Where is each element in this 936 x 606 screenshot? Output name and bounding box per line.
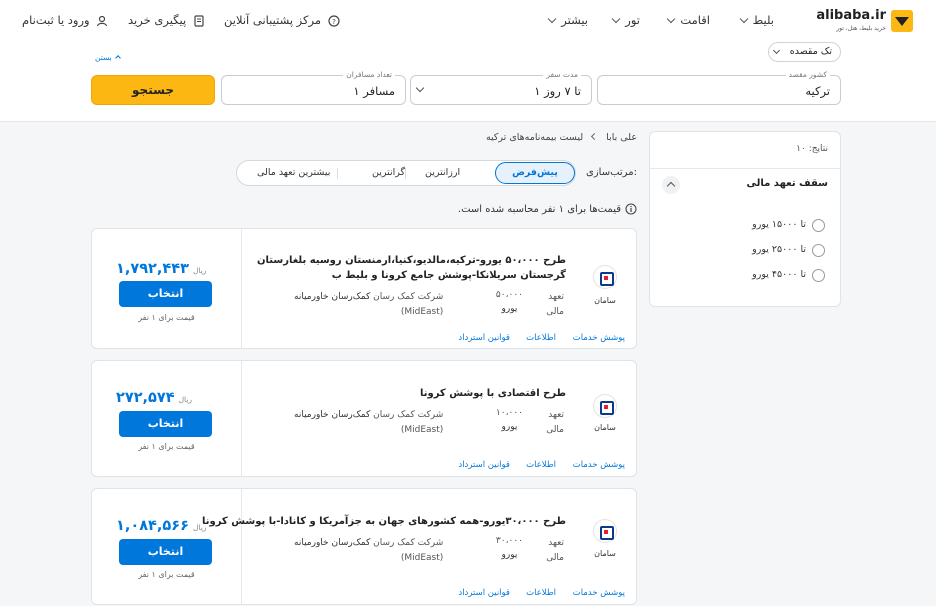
plan-card: ریال۱,۰۸۴,۵۶۶ انتخاب قیمت برای ۱ نفر طرح… [91,488,637,605]
services-link[interactable]: پوشش خدمات [573,460,625,470]
select-button[interactable]: انتخاب [119,539,212,565]
info-link[interactable]: اطلاعات [526,460,556,470]
track-purchase-link[interactable]: پیگیری خرید [128,13,205,27]
search-button[interactable]: جستجو [91,75,215,105]
chevron-down-icon [415,83,425,93]
logo-icon [891,10,913,32]
filter-radio-45000[interactable] [812,269,825,282]
duration-field[interactable]: مدت سفر ۱ تا ۷ روز [410,69,592,105]
plan-price: ریال۱,۰۸۴,۵۶۶ [116,518,207,534]
plan-title: طرح اقتصادی با پوشش کرونا [419,388,566,399]
info-icon [625,203,637,215]
plan-title: طرح ۵۰،۰۰۰ یورو-ترکیه،مالدیو،کنیا،ارمنست… [257,255,566,281]
collapse-search-link[interactable]: بستن [95,53,121,62]
company-info: شرکت کمک رسان کمک‌رسان خاورمیانه (MidEast… [294,538,444,563]
select-button[interactable]: انتخاب [119,411,212,437]
results-count: نتایج: ۱۰ [796,144,828,154]
sort-cheapest[interactable]: ارزانترین [425,167,460,178]
divider [241,361,242,476]
commitment-label: تعهد مالی [546,538,564,563]
chevron-down-icon [772,46,781,55]
divider [241,229,242,348]
chevron-down-icon [739,14,748,24]
insurer-logo-icon [593,519,617,543]
insurer-name: سامان [594,296,616,305]
sort-highest-commitment[interactable]: بیشترین تعهد مالی [257,167,330,178]
commitment-value: ۳۰،۰۰۰ یورو [495,536,523,560]
filter-label-25000: تا ۲۵۰۰۰ یورو [752,244,806,255]
chevron-down-icon [612,14,621,24]
filter-sidebar: نتایج: ۱۰ سقف تعهد مالی تا ۱۵۰۰۰ یورو تا… [649,131,841,307]
services-link[interactable]: پوشش خدمات [573,588,625,598]
brand-logo[interactable]: alibaba.ir خرید بلیط، هتل، تور [816,8,914,34]
divider [405,168,406,179]
commitment-value: ۱۰،۰۰۰ یورو [495,408,523,432]
plan-card: ریال۲۷۲,۵۷۴ انتخاب قیمت برای ۱ نفر طرح ا… [91,360,637,477]
commitment-value: ۵۰،۰۰۰ یورو [495,290,523,314]
receipt-icon [194,14,204,27]
nav-more[interactable]: بیشتر [543,13,588,27]
services-link[interactable]: پوشش خدمات [573,333,625,343]
destination-field[interactable]: کشور مقصد ترکیه [597,69,841,105]
filter-label-15000: تا ۱۵۰۰۰ یورو [752,219,806,230]
nav-stay[interactable]: اقامت [662,13,710,27]
nav-tour[interactable]: تور [607,13,640,27]
insurer-name: سامان [594,423,616,432]
header: alibaba.ir خرید بلیط، هتل، تور بلیط اقام… [0,0,936,122]
sort-bar: پیش‌فرض ارزانترین گرانترین بیشترین تعهد … [236,160,576,186]
collapse-filter-button[interactable] [662,176,680,194]
commitment-label: تعهد مالی [546,292,564,317]
user-icon [97,15,108,26]
chevron-up-icon [666,181,676,191]
logo-tagline: خرید بلیط، هتل، تور [836,25,886,32]
refund-rules-link[interactable]: قوانین استرداد [458,333,510,343]
plan-price: ریال۱,۷۹۲,۴۴۳ [116,261,207,277]
info-link[interactable]: اطلاعات [526,588,556,598]
chevron-up-icon [115,55,121,61]
breadcrumb-home[interactable]: علی بابا [606,132,637,143]
login-link[interactable]: ورود یا ثبت‌نام [22,13,108,27]
svg-text:?: ? [332,18,336,26]
info-link[interactable]: اطلاعات [526,333,556,343]
insurer-logo-icon [593,394,617,418]
breadcrumb: علی بابا لیست بیمه‌نامه‌های ترکیه [486,132,637,143]
per-person-note: قیمت برای ۱ نفر [138,442,195,451]
travelers-field[interactable]: تعداد مسافران ۱ مسافر [221,69,406,105]
plan-title: طرح ۳۰،۰۰۰یورو-همه کشورهای جهان به جزآمر… [201,516,566,527]
price-notice: قیمت‌ها برای ۱ نفر محاسبه شده است. [458,203,637,215]
trip-type-select[interactable]: تک مقصده [768,42,841,62]
breadcrumb-current: لیست بیمه‌نامه‌های ترکیه [485,132,584,143]
refund-rules-link[interactable]: قوانین استرداد [458,460,510,470]
divider [241,489,242,604]
plan-card: ریال۱,۷۹۲,۴۴۳ انتخاب قیمت برای ۱ نفر طرح… [91,228,637,349]
divider [337,168,338,179]
chevron-down-icon [548,14,557,24]
filter-radio-15000[interactable] [812,219,825,232]
insurer-name: سامان [594,549,616,558]
company-info: شرکت کمک رسان کمک‌رسان خاورمیانه (MidEast… [294,410,444,435]
filter-label-45000: تا ۴۵۰۰۰ یورو [752,269,806,280]
plan-price: ریال۲۷۲,۵۷۴ [116,390,193,406]
nav-tickets[interactable]: بلیط [735,13,774,27]
chevron-left-icon [591,132,599,141]
chevron-down-icon [667,14,676,24]
support-icon: ? [328,14,340,27]
insurer-logo-icon [593,265,617,289]
sort-most-expensive[interactable]: گرانترین [372,167,405,178]
select-button[interactable]: انتخاب [119,281,212,307]
filter-cap-title: سقف تعهد مالی [746,178,829,189]
per-person-note: قیمت برای ۱ نفر [138,570,195,579]
company-info: شرکت کمک رسان کمک‌رسان خاورمیانه (MidEast… [294,292,444,317]
sort-label: مرتب‌سازی: [586,167,637,178]
support-center-link[interactable]: مرکز پشتیبانی آنلاین ? [224,13,340,27]
divider [650,168,840,169]
logo-text: alibaba.ir [816,8,886,23]
per-person-note: قیمت برای ۱ نفر [138,313,195,322]
filter-radio-25000[interactable] [812,244,825,257]
commitment-label: تعهد مالی [546,410,564,435]
sort-default[interactable]: پیش‌فرض [495,162,575,184]
refund-rules-link[interactable]: قوانین استرداد [458,588,510,598]
